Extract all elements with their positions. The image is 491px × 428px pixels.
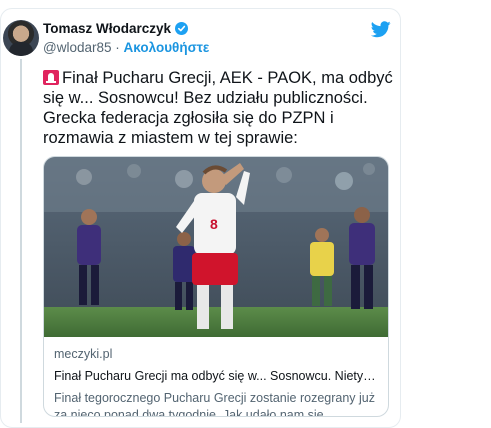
handle-row: @wlodar85 · Ακολουθήστε — [43, 40, 209, 55]
tweet-text-block: Finał Pucharu Grecji, AEK - PAOK, ma odb… — [43, 68, 393, 148]
thread-line — [20, 59, 22, 423]
twitter-bird-icon[interactable] — [370, 21, 391, 43]
verified-badge-icon — [175, 22, 189, 35]
player-number: 8 — [210, 216, 218, 232]
link-preview-card[interactable]: 8 meczyki.pl Finał Pucharu Grecji ma odb… — [43, 156, 389, 417]
follow-button[interactable]: Ακολουθήστε — [124, 40, 210, 55]
tweet-card: Tomasz Włodarczyk @wlodar85 · Ακολουθήστ… — [0, 8, 401, 428]
rotating-light-emoji — [43, 70, 59, 85]
author-row: Tomasz Włodarczyk — [43, 21, 189, 36]
avatar[interactable] — [3, 20, 39, 56]
separator: · — [115, 40, 120, 55]
link-preview-image: 8 — [44, 157, 388, 337]
author-handle[interactable]: @wlodar85 — [43, 40, 112, 55]
link-card-meta: meczyki.pl Finał Pucharu Grecji ma odbyć… — [44, 337, 388, 417]
author-name[interactable]: Tomasz Włodarczyk — [43, 21, 171, 36]
link-title[interactable]: Finał Pucharu Grecji ma odbyć się w... S… — [54, 369, 378, 383]
link-domain: meczyki.pl — [54, 347, 113, 361]
link-description: Finał tegorocznego Pucharu Grecji zostan… — [54, 391, 376, 417]
tweet-text: Finał Pucharu Grecji, AEK - PAOK, ma odb… — [43, 69, 393, 147]
